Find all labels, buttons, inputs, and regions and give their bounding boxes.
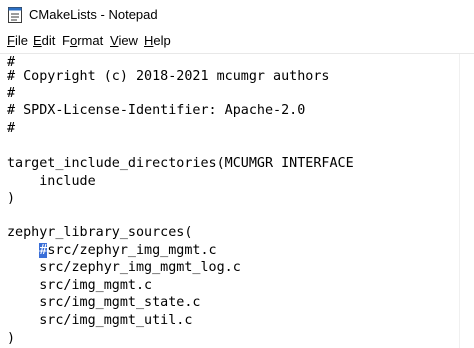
code-line: # [7,121,16,136]
notepad-app-icon [8,7,22,23]
code-line: src/img_mgmt.c [7,278,153,293]
menu-help-label: elp [153,33,171,48]
title-bar[interactable]: CMakeLists - Notepad [0,0,474,30]
code-line: ) [7,191,16,206]
menu-file[interactable]: File [7,33,28,48]
menu-edit-label: dit [41,33,56,48]
menu-edit[interactable]: Edit [33,33,55,48]
code-line: include [7,174,96,189]
menu-file-label: ile [14,33,28,48]
window-title: CMakeLists - Notepad [29,7,158,22]
code-line: target_include_directories(MCUMGR INTERF… [7,156,354,171]
code-line-rest: src/zephyr_img_mgmt.c [47,243,217,258]
code-line: src/img_mgmt_state.c [7,295,201,310]
menu-help[interactable]: Help [144,33,171,48]
notepad-window: CMakeLists - Notepad File Edit Format Vi… [0,0,474,348]
code-line: ) [7,331,16,346]
code-line: # Copyright (c) 2018-2021 mcumgr authors [7,69,330,84]
menu-help-accel: H [144,33,154,48]
menu-file-accel: F [7,33,15,48]
code-line: # SPDX-License-Identifier: Apache-2.0 [7,103,306,118]
menu-bar: File Edit Format View Help [0,31,474,51]
code-line: zephyr_library_sources( [7,225,193,240]
vertical-scrollbar[interactable] [459,54,474,348]
menu-format-pre: F [62,33,70,48]
menu-format[interactable]: Format [62,33,103,48]
code-line: src/zephyr_img_mgmt_log.c [7,260,241,275]
text-editor-area[interactable]: # # Copyright (c) 2018-2021 mcumgr autho… [0,54,460,348]
menu-format-label: rmat [77,33,104,48]
menu-edit-accel: E [33,33,42,48]
code-line-indent [7,243,39,258]
code-line-selected: #src/zephyr_img_mgmt.c [7,242,217,260]
code-line: # [7,86,16,101]
menu-view-label: iew [118,33,138,48]
menu-view[interactable]: View [110,33,138,48]
code-line: src/img_mgmt_util.c [7,313,193,328]
